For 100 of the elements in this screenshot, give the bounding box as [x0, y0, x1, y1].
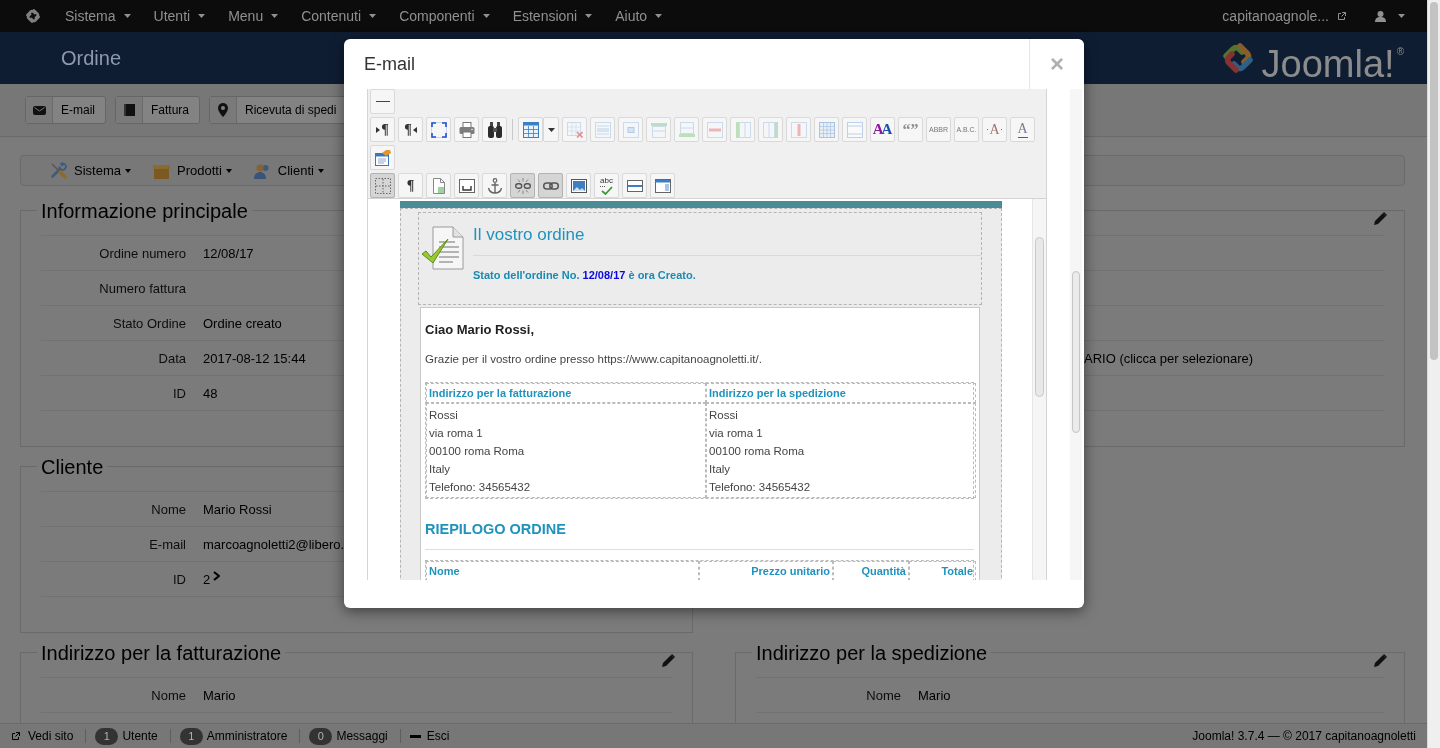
- column-header: Indirizzo per la fatturazione: [426, 383, 706, 403]
- strikethrough-button[interactable]: A: [982, 117, 1007, 142]
- spelling-icon: [600, 185, 613, 195]
- site-link[interactable]: capitanoagnole...: [1222, 8, 1346, 24]
- order-number-link[interactable]: 12/08/17: [582, 269, 626, 281]
- address-line: Italy: [429, 462, 451, 477]
- column-header: Totale: [909, 561, 976, 580]
- menu-item[interactable]: Utenti: [141, 0, 217, 32]
- binoculars-icon: [486, 121, 503, 138]
- field-label: E-mail: [149, 536, 186, 552]
- broken-link-icon: [514, 177, 531, 194]
- print-button[interactable]: [454, 117, 479, 142]
- toolbar-button[interactable]: E-mail: [25, 96, 106, 124]
- window-icon: [654, 177, 671, 194]
- image-button[interactable]: [566, 173, 591, 198]
- left-to-right-button[interactable]: ¶: [370, 117, 395, 142]
- link-button[interactable]: [538, 173, 563, 198]
- scrollbar-thumb[interactable]: [1072, 271, 1080, 433]
- field-label: Nome: [151, 501, 186, 517]
- horizontal-rule-button[interactable]: [370, 89, 395, 114]
- anchor-button[interactable]: [482, 173, 507, 198]
- menu-item[interactable]: Prodotti: [152, 162, 232, 179]
- field-value: 48: [203, 385, 218, 401]
- menu-item[interactable]: Clienti: [253, 162, 324, 179]
- field-value: Mario Rossi: [203, 501, 272, 517]
- table-button[interactable]: [518, 117, 543, 142]
- status-message: Stato dell'ordine No. 12/08/17 è ora Creato.: [473, 268, 696, 282]
- brand-name: Joomla!$^{®}$: [1261, 42, 1404, 85]
- field-value: ARIO (clicca per selezionare): [1084, 350, 1254, 366]
- address-line: Rossi: [709, 408, 738, 423]
- greeting-text: Ciao Mario Rossi,: [425, 321, 535, 339]
- pencil-icon[interactable]: [1374, 212, 1387, 225]
- row-insert-icon: [678, 121, 695, 138]
- spelling-button[interactable]: abc: [594, 173, 619, 198]
- frame-icon: [458, 177, 475, 194]
- table-menu-button[interactable]: [543, 117, 559, 142]
- menu-item[interactable]: Contenuti: [289, 0, 388, 32]
- insertion-button[interactable]: A: [1010, 117, 1035, 142]
- field-label: Nome: [866, 687, 901, 703]
- field-value: Ordine creato: [203, 315, 282, 331]
- address-line: Rossi: [429, 408, 458, 423]
- scrollbar-thumb[interactable]: [1035, 237, 1044, 397]
- pencil-icon[interactable]: [1374, 654, 1387, 667]
- count-badge: 1: [179, 727, 203, 745]
- caret-icon: [1398, 14, 1405, 18]
- frame-button[interactable]: [454, 173, 479, 198]
- fullscreen-button[interactable]: [426, 117, 451, 142]
- column-header: Quantità: [833, 561, 909, 580]
- caret-icon: [198, 14, 206, 18]
- scrollbar-thumb[interactable]: [1430, 2, 1438, 360]
- status-link[interactable]: Messaggi: [336, 729, 388, 743]
- column-header: Nome: [426, 561, 699, 580]
- horizontal-bar-button[interactable]: [622, 173, 647, 198]
- menu-item[interactable]: Menu: [216, 0, 290, 32]
- field-label: Numero fattura: [99, 280, 186, 296]
- fullscreen-icon: [430, 121, 447, 138]
- caret-icon: [225, 168, 232, 173]
- logout-link[interactable]: Esci: [426, 729, 450, 743]
- frame-icon: [846, 121, 863, 138]
- right-to-left-button[interactable]: ¶: [398, 117, 423, 142]
- menu-item[interactable]: Estensioni: [500, 0, 604, 32]
- view-site-link[interactable]: Vedi sito: [28, 729, 74, 743]
- external-link-icon: [11, 731, 20, 741]
- caret-icon: [317, 168, 324, 173]
- menu-item[interactable]: Aiuto: [603, 0, 674, 32]
- visual-aid-button[interactable]: [370, 173, 395, 198]
- column-insert-icon: [734, 121, 751, 138]
- field-value: marcoagnoletti2@libero.: [203, 536, 345, 552]
- chevron-icon[interactable]: [213, 571, 221, 581]
- preview-button[interactable]: [426, 173, 451, 198]
- horizontal-bar-icon: [626, 177, 643, 194]
- field-value: 2: [203, 571, 211, 587]
- footer-text: Joomla! 3.7.4 — © 2017 capitanoagnoletti: [1192, 729, 1416, 743]
- table-icon: [522, 121, 539, 138]
- section-title: RIEPILOGO ORDINE: [425, 520, 566, 539]
- field-value: 12/08/17: [203, 245, 254, 261]
- menu-item[interactable]: Sistema: [50, 162, 131, 179]
- status-link[interactable]: Amministratore: [206, 729, 288, 743]
- blockquote-button[interactable]: “”: [898, 117, 923, 142]
- toolbar-button[interactable]: Fattura: [115, 96, 201, 124]
- layer-button[interactable]: [650, 173, 675, 198]
- user-menu-button[interactable]: [1375, 10, 1405, 22]
- pencil-icon[interactable]: [662, 654, 675, 667]
- column-insert-icon: [762, 121, 779, 138]
- field-value: 2017-08-12 15:44: [203, 350, 306, 366]
- template-button[interactable]: [370, 145, 395, 170]
- arrow-icon: [376, 126, 381, 133]
- menu-item[interactable]: Sistema: [53, 0, 142, 32]
- column-header: Prezzo unitario: [699, 561, 833, 580]
- unlink-button[interactable]: [510, 173, 535, 198]
- find-button[interactable]: [482, 117, 507, 142]
- count-badge: 1: [95, 727, 119, 745]
- column-delete-icon: [790, 121, 807, 138]
- styles-button[interactable]: AA: [870, 117, 895, 142]
- address-line: Telefono: 34565432: [429, 480, 531, 495]
- document-icon: [430, 177, 447, 194]
- show-blocks-button[interactable]: ¶: [398, 173, 423, 198]
- menu-item[interactable]: Componenti: [387, 0, 501, 32]
- box-icon: [152, 162, 170, 179]
- status-link[interactable]: Utente: [122, 729, 158, 743]
